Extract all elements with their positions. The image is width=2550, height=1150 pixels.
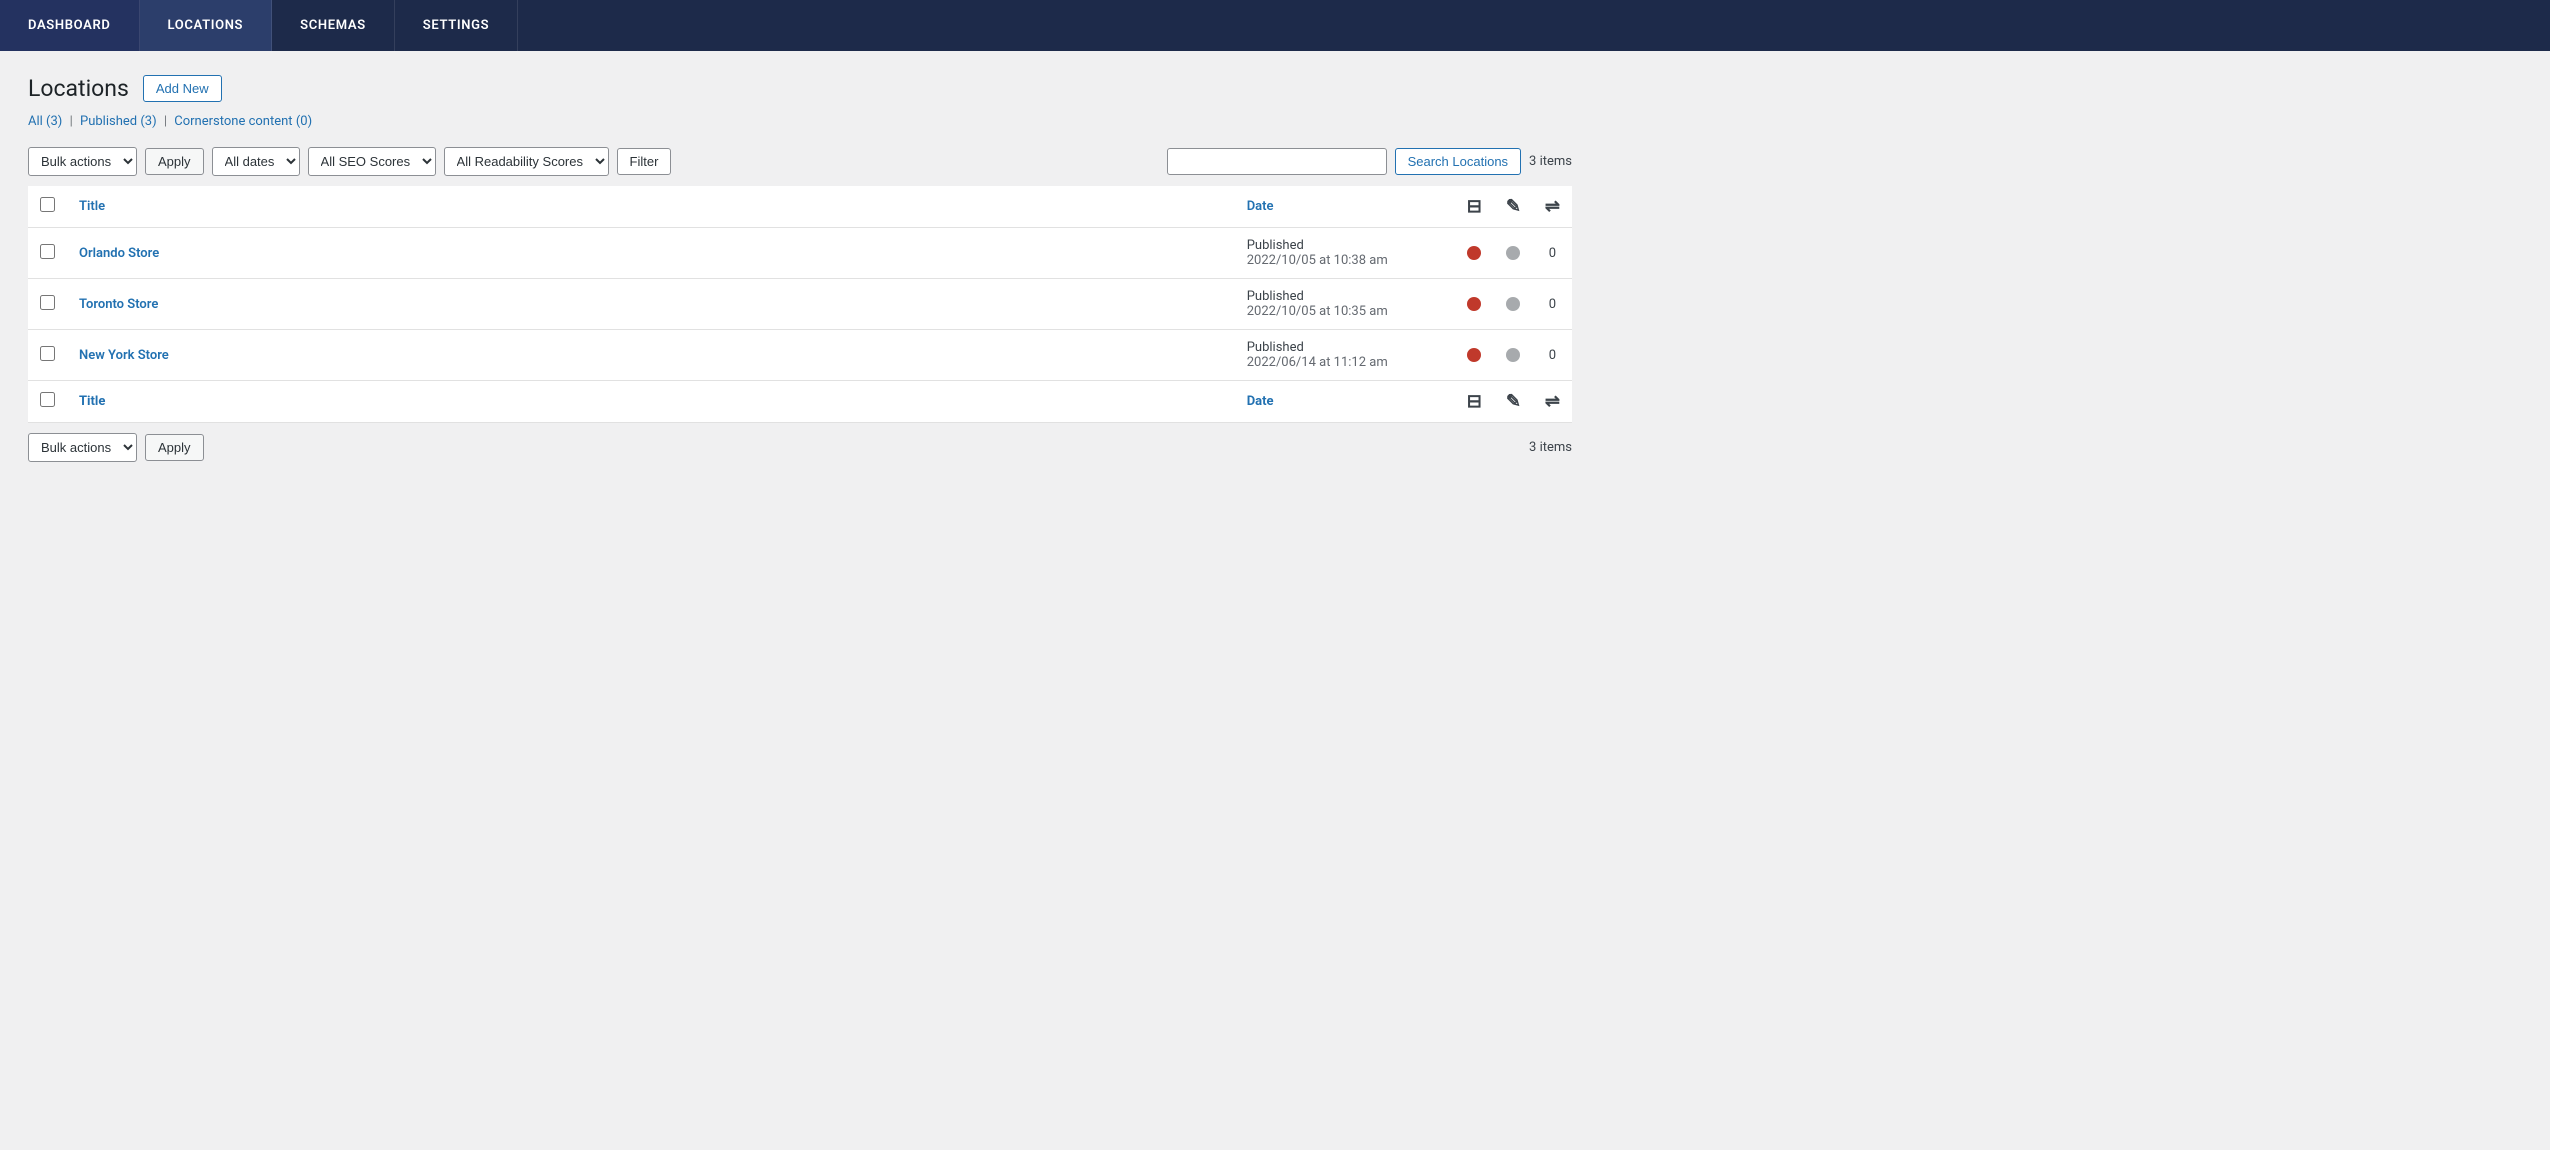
top-navigation: DASHBOARD LOCATIONS SCHEMAS SETTINGS: [0, 0, 2550, 51]
search-input[interactable]: [1167, 148, 1387, 175]
links-icon-bottom: ⇌: [1545, 391, 1560, 412]
readability-dot-toronto: [1506, 297, 1520, 311]
select-all-checkbox-bottom[interactable]: [40, 392, 55, 407]
search-locations-button[interactable]: Search Locations: [1395, 148, 1521, 175]
row-date-new-york: 2022/06/14 at 11:12 am: [1247, 355, 1443, 370]
readability-dot-orlando: [1506, 246, 1520, 260]
sort-title-link[interactable]: Title: [79, 199, 105, 214]
footer-links-icon: ⇌: [1533, 381, 1572, 423]
nav-dashboard[interactable]: DASHBOARD: [0, 0, 140, 51]
row-date-orlando: 2022/10/05 at 10:38 am: [1247, 253, 1443, 268]
row-readability-dot-cell: [1494, 228, 1533, 279]
apply-button-bottom[interactable]: Apply: [145, 434, 204, 461]
seo-dot-orlando: [1467, 246, 1481, 260]
filter-all[interactable]: All (3): [28, 114, 62, 129]
table-footer-row: Title Date ⊟ ✎ ⇌: [28, 381, 1572, 423]
row-status-new-york: Published: [1247, 340, 1443, 355]
nav-settings[interactable]: SETTINGS: [395, 0, 518, 51]
table-header-row: Title Date ⊟ ✎ ⇌: [28, 186, 1572, 228]
row-checkbox-orlando[interactable]: [40, 244, 55, 259]
row-title-cell: Orlando Store: [67, 228, 1235, 279]
footer-title[interactable]: Title: [67, 381, 1235, 423]
sort-date-link-bottom[interactable]: Date: [1247, 394, 1274, 409]
row-date-cell: Published 2022/10/05 at 10:38 am: [1235, 228, 1455, 279]
row-title-cell: New York Store: [67, 330, 1235, 381]
filter-button[interactable]: Filter: [617, 148, 672, 175]
row-readability-dot-cell: [1494, 330, 1533, 381]
readability-dot-new-york: [1506, 348, 1520, 362]
row-count-cell: 0: [1533, 330, 1572, 381]
toolbar-top: Bulk actions Apply All dates All SEO Sco…: [28, 139, 1572, 184]
row-count-toronto: 0: [1549, 297, 1556, 312]
page-title: Locations: [28, 75, 129, 102]
bulk-actions-select-bottom[interactable]: Bulk actions: [28, 433, 137, 462]
row-date-toronto: 2022/10/05 at 10:35 am: [1247, 304, 1443, 319]
row-checkbox-cell: [28, 279, 67, 330]
row-seo-dot-cell: [1455, 228, 1494, 279]
items-count-bottom: 3 items: [1529, 440, 1572, 455]
row-checkbox-new-york[interactable]: [40, 346, 55, 361]
nav-schemas[interactable]: SCHEMAS: [272, 0, 395, 51]
seo-scores-select[interactable]: All SEO Scores: [308, 147, 436, 176]
readability-icon: ✎: [1506, 196, 1521, 217]
row-count-orlando: 0: [1549, 246, 1556, 261]
readability-icon-bottom: ✎: [1506, 391, 1521, 412]
row-status-orlando: Published: [1247, 238, 1443, 253]
row-checkbox-toronto[interactable]: [40, 295, 55, 310]
footer-seo-icon: ⊟: [1455, 381, 1494, 423]
footer-checkbox-cell: [28, 381, 67, 423]
seo-score-icon: ⊟: [1467, 196, 1482, 217]
select-all-checkbox[interactable]: [40, 197, 55, 212]
table-row: Toronto Store Published 2022/10/05 at 10…: [28, 279, 1572, 330]
row-count-cell: 0: [1533, 228, 1572, 279]
header-links-icon: ⇌: [1533, 186, 1572, 228]
links-icon: ⇌: [1545, 196, 1560, 217]
sort-title-link-bottom[interactable]: Title: [79, 394, 105, 409]
row-checkbox-cell: [28, 228, 67, 279]
row-count-new-york: 0: [1549, 348, 1556, 363]
apply-button-top[interactable]: Apply: [145, 148, 204, 175]
footer-readability-icon: ✎: [1494, 381, 1533, 423]
row-date-cell: Published 2022/06/14 at 11:12 am: [1235, 330, 1455, 381]
table-row: Orlando Store Published 2022/10/05 at 10…: [28, 228, 1572, 279]
row-status-toronto: Published: [1247, 289, 1443, 304]
row-count-cell: 0: [1533, 279, 1572, 330]
row-title-link-orlando[interactable]: Orlando Store: [79, 246, 159, 261]
row-title-cell: Toronto Store: [67, 279, 1235, 330]
seo-score-icon-bottom: ⊟: [1467, 391, 1482, 412]
footer-date[interactable]: Date: [1235, 381, 1455, 423]
nav-locations[interactable]: LOCATIONS: [140, 0, 273, 51]
add-new-button[interactable]: Add New: [143, 75, 222, 102]
row-checkbox-cell: [28, 330, 67, 381]
items-count-top: 3 items: [1529, 154, 1572, 169]
toolbar-bottom: Bulk actions Apply 3 items: [28, 425, 1572, 470]
header-date[interactable]: Date: [1235, 186, 1455, 228]
filter-published[interactable]: Published (3): [80, 114, 157, 129]
page-content: Locations Add New All (3) | Published (3…: [0, 51, 1600, 494]
readability-scores-select[interactable]: All Readability Scores: [444, 147, 609, 176]
row-date-cell: Published 2022/10/05 at 10:35 am: [1235, 279, 1455, 330]
all-dates-select[interactable]: All dates: [212, 147, 300, 176]
filter-cornerstone[interactable]: Cornerstone content (0): [174, 114, 312, 129]
toolbar-bottom-right: 3 items: [1529, 440, 1572, 455]
row-title-link-new-york[interactable]: New York Store: [79, 348, 169, 363]
filter-links-row: All (3) | Published (3) | Cornerstone co…: [28, 114, 1572, 129]
row-readability-dot-cell: [1494, 279, 1533, 330]
seo-dot-toronto: [1467, 297, 1481, 311]
sort-date-link[interactable]: Date: [1247, 199, 1274, 214]
toolbar-right: Search Locations 3 items: [1167, 148, 1572, 175]
header-checkbox-cell: [28, 186, 67, 228]
row-title-link-toronto[interactable]: Toronto Store: [79, 297, 158, 312]
header-seo-icon: ⊟: [1455, 186, 1494, 228]
bulk-actions-select-top[interactable]: Bulk actions: [28, 147, 137, 176]
table-row: New York Store Published 2022/06/14 at 1…: [28, 330, 1572, 381]
header-readability-icon: ✎: [1494, 186, 1533, 228]
row-seo-dot-cell: [1455, 279, 1494, 330]
locations-table: Title Date ⊟ ✎ ⇌: [28, 186, 1572, 423]
seo-dot-new-york: [1467, 348, 1481, 362]
header-title[interactable]: Title: [67, 186, 1235, 228]
row-seo-dot-cell: [1455, 330, 1494, 381]
title-row: Locations Add New: [28, 75, 1572, 102]
